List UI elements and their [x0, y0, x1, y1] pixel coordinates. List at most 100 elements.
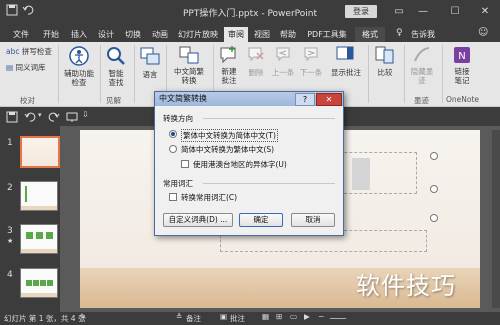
tell-me-search[interactable]: 告诉我 — [406, 27, 440, 42]
title-bar: PPT操作入门.pptx - PowerPoint 登录 ▭ — ☐ ✕ — [0, 0, 500, 24]
compare-button[interactable]: 比较 — [372, 45, 398, 78]
smart-lookup-icon — [107, 47, 125, 65]
notes-icon: ≙ — [176, 312, 183, 321]
previous-comment-button[interactable]: 上一条 — [270, 45, 296, 78]
comments-status-icon: ▣ — [220, 312, 228, 321]
slide-graphic — [352, 158, 370, 190]
resize-handle[interactable] — [430, 152, 438, 160]
hk-variant-label[interactable]: 使用港澳台地区的异体字(U) — [193, 159, 287, 170]
slide-number: 3 — [7, 226, 13, 236]
language-button[interactable]: 语言 — [138, 45, 162, 80]
save-icon[interactable] — [6, 111, 18, 123]
tab-help[interactable]: 帮助 — [276, 27, 300, 42]
start-slideshow-icon[interactable] — [66, 111, 78, 123]
comments-status-button[interactable]: 批注 — [230, 313, 245, 324]
slide-thumbnail-3[interactable] — [20, 224, 58, 254]
ok-button[interactable]: 确定 — [239, 213, 283, 227]
notes-button[interactable]: 备注 — [186, 313, 201, 324]
zoom-slider[interactable] — [330, 318, 346, 319]
slide-sorter-icon[interactable]: ⊞ — [276, 312, 282, 321]
ribbon-tabs: 文件 开始 插入 设计 切换 动画 幻灯片放映 审阅 视图 帮助 PDF工具集 … — [0, 24, 500, 42]
tab-transitions[interactable]: 切换 — [120, 27, 146, 42]
tab-animations[interactable]: 动画 — [147, 27, 173, 42]
resize-handle[interactable] — [430, 185, 438, 193]
new-comment-icon — [220, 46, 236, 64]
share-icon[interactable]: ☺ — [478, 27, 488, 38]
close-button[interactable]: ✕ — [476, 4, 494, 20]
hide-ink-button[interactable]: 隐藏墨迹 — [408, 45, 436, 85]
slide-thumbnail-2[interactable] — [20, 181, 58, 211]
slide-count: 幻灯片 第 1 张，共 4 张 — [4, 314, 86, 323]
resize-handle[interactable] — [430, 214, 438, 222]
slide-thumbnail-1[interactable] — [20, 136, 60, 168]
svg-text:N: N — [458, 51, 465, 62]
spell-check-icon: abc — [6, 47, 20, 56]
radio-s2t[interactable] — [169, 145, 177, 153]
ink-icon — [414, 47, 430, 62]
animation-star-icon: ★ — [7, 237, 14, 245]
chinese-conversion-icon — [179, 46, 199, 64]
option-t2s-label[interactable]: 繁体中文转换为简体中文(T) — [181, 129, 278, 142]
radio-t2s[interactable] — [169, 130, 177, 138]
chinese-conversion-button[interactable]: 中文简繁转换 — [169, 45, 209, 85]
undo-icon[interactable] — [24, 111, 36, 123]
show-comments-icon — [336, 46, 354, 60]
dialog-close-button[interactable]: ✕ — [316, 93, 342, 106]
group-divider — [203, 118, 335, 119]
language-icon — [140, 47, 160, 65]
tab-view[interactable]: 视图 — [250, 27, 274, 42]
tab-slideshow[interactable]: 幻灯片放映 — [174, 27, 222, 42]
ribbon-display-icon[interactable]: ▭ — [390, 4, 408, 20]
tab-review[interactable]: 审阅 — [224, 27, 248, 42]
slide-thumbnail-4[interactable] — [20, 268, 58, 298]
next-comment-icon — [304, 47, 318, 62]
checkbox-convert-common[interactable] — [169, 193, 177, 201]
login-button[interactable]: 登录 — [345, 5, 377, 18]
watermark-text: 软件技巧 — [356, 272, 456, 300]
tab-file[interactable]: 文件 — [8, 27, 34, 42]
vertical-scrollbar[interactable] — [492, 130, 500, 308]
group-label-onenote: OneNote — [446, 95, 480, 104]
tab-home[interactable]: 开始 — [38, 27, 64, 42]
accessibility-check-button[interactable]: 辅助功能检查 — [62, 45, 96, 87]
show-comments-button[interactable]: 显示批注 — [328, 45, 364, 78]
spell-status-icon[interactable]: ✎ — [80, 312, 86, 321]
minimize-button[interactable]: — — [414, 4, 432, 20]
tab-insert[interactable]: 插入 — [66, 27, 92, 42]
tab-design[interactable]: 设计 — [93, 27, 119, 42]
spell-check-button[interactable]: abc 拼写检查 — [6, 46, 52, 57]
chinese-conversion-dialog: 中文简繁转换 ? ✕ 转换方向 繁体中文转换为简体中文(T) 简体中文转换为繁体… — [154, 91, 344, 236]
next-comment-button[interactable]: 下一条 — [298, 45, 324, 78]
slide-number: 2 — [7, 183, 13, 193]
cancel-button[interactable]: 取消 — [291, 213, 335, 227]
new-comment-button[interactable]: 新建批注 — [216, 45, 242, 85]
option-s2t-label[interactable]: 简体中文转换为繁体中文(S) — [181, 144, 274, 155]
tab-format[interactable]: 格式 — [355, 27, 385, 42]
maximize-button[interactable]: ☐ — [446, 4, 464, 20]
slide-thumbnail-pane: 1 2 3 ★ 4 — [0, 126, 60, 312]
redo-icon[interactable] — [48, 111, 60, 123]
convert-common-label[interactable]: 转换常用词汇(C) — [181, 192, 237, 203]
group-label-insights: 见解 — [106, 96, 121, 105]
common-words-group-label: 常用词汇 — [163, 179, 193, 188]
normal-view-icon[interactable]: ▦ — [262, 312, 269, 321]
group-divider — [203, 183, 335, 184]
tab-pdf-tools[interactable]: PDF工具集 — [304, 27, 350, 42]
group-label-ink: 墨迹 — [414, 96, 429, 105]
smart-lookup-button[interactable]: 智能查找 — [103, 45, 129, 87]
linked-notes-button[interactable]: N 链接笔记 — [448, 45, 476, 85]
custom-dictionary-button[interactable]: 自定义词典(D) ... — [163, 213, 233, 227]
checkbox-hk-variant[interactable] — [181, 160, 189, 168]
delete-comment-button[interactable]: 删除 — [244, 45, 268, 78]
customize-qat-icon[interactable]: ⇩ — [82, 110, 89, 119]
direction-group-label: 转换方向 — [163, 114, 193, 123]
help-button[interactable]: ? — [295, 93, 315, 106]
thesaurus-button[interactable]: ▤ 同义词库 — [6, 62, 45, 73]
undo-dropdown-icon[interactable]: ▾ — [38, 111, 42, 119]
status-bar: 幻灯片 第 1 张，共 4 张 ✎ ≙ 备注 ▣ 批注 ▦ ⊞ ▭ ▶ − — [0, 312, 500, 325]
thesaurus-icon: ▤ — [6, 63, 14, 72]
zoom-out-icon[interactable]: − — [318, 312, 324, 321]
slideshow-view-icon[interactable]: ▶ — [304, 312, 310, 321]
radio-selected-dot — [171, 132, 175, 136]
reading-view-icon[interactable]: ▭ — [290, 312, 297, 321]
